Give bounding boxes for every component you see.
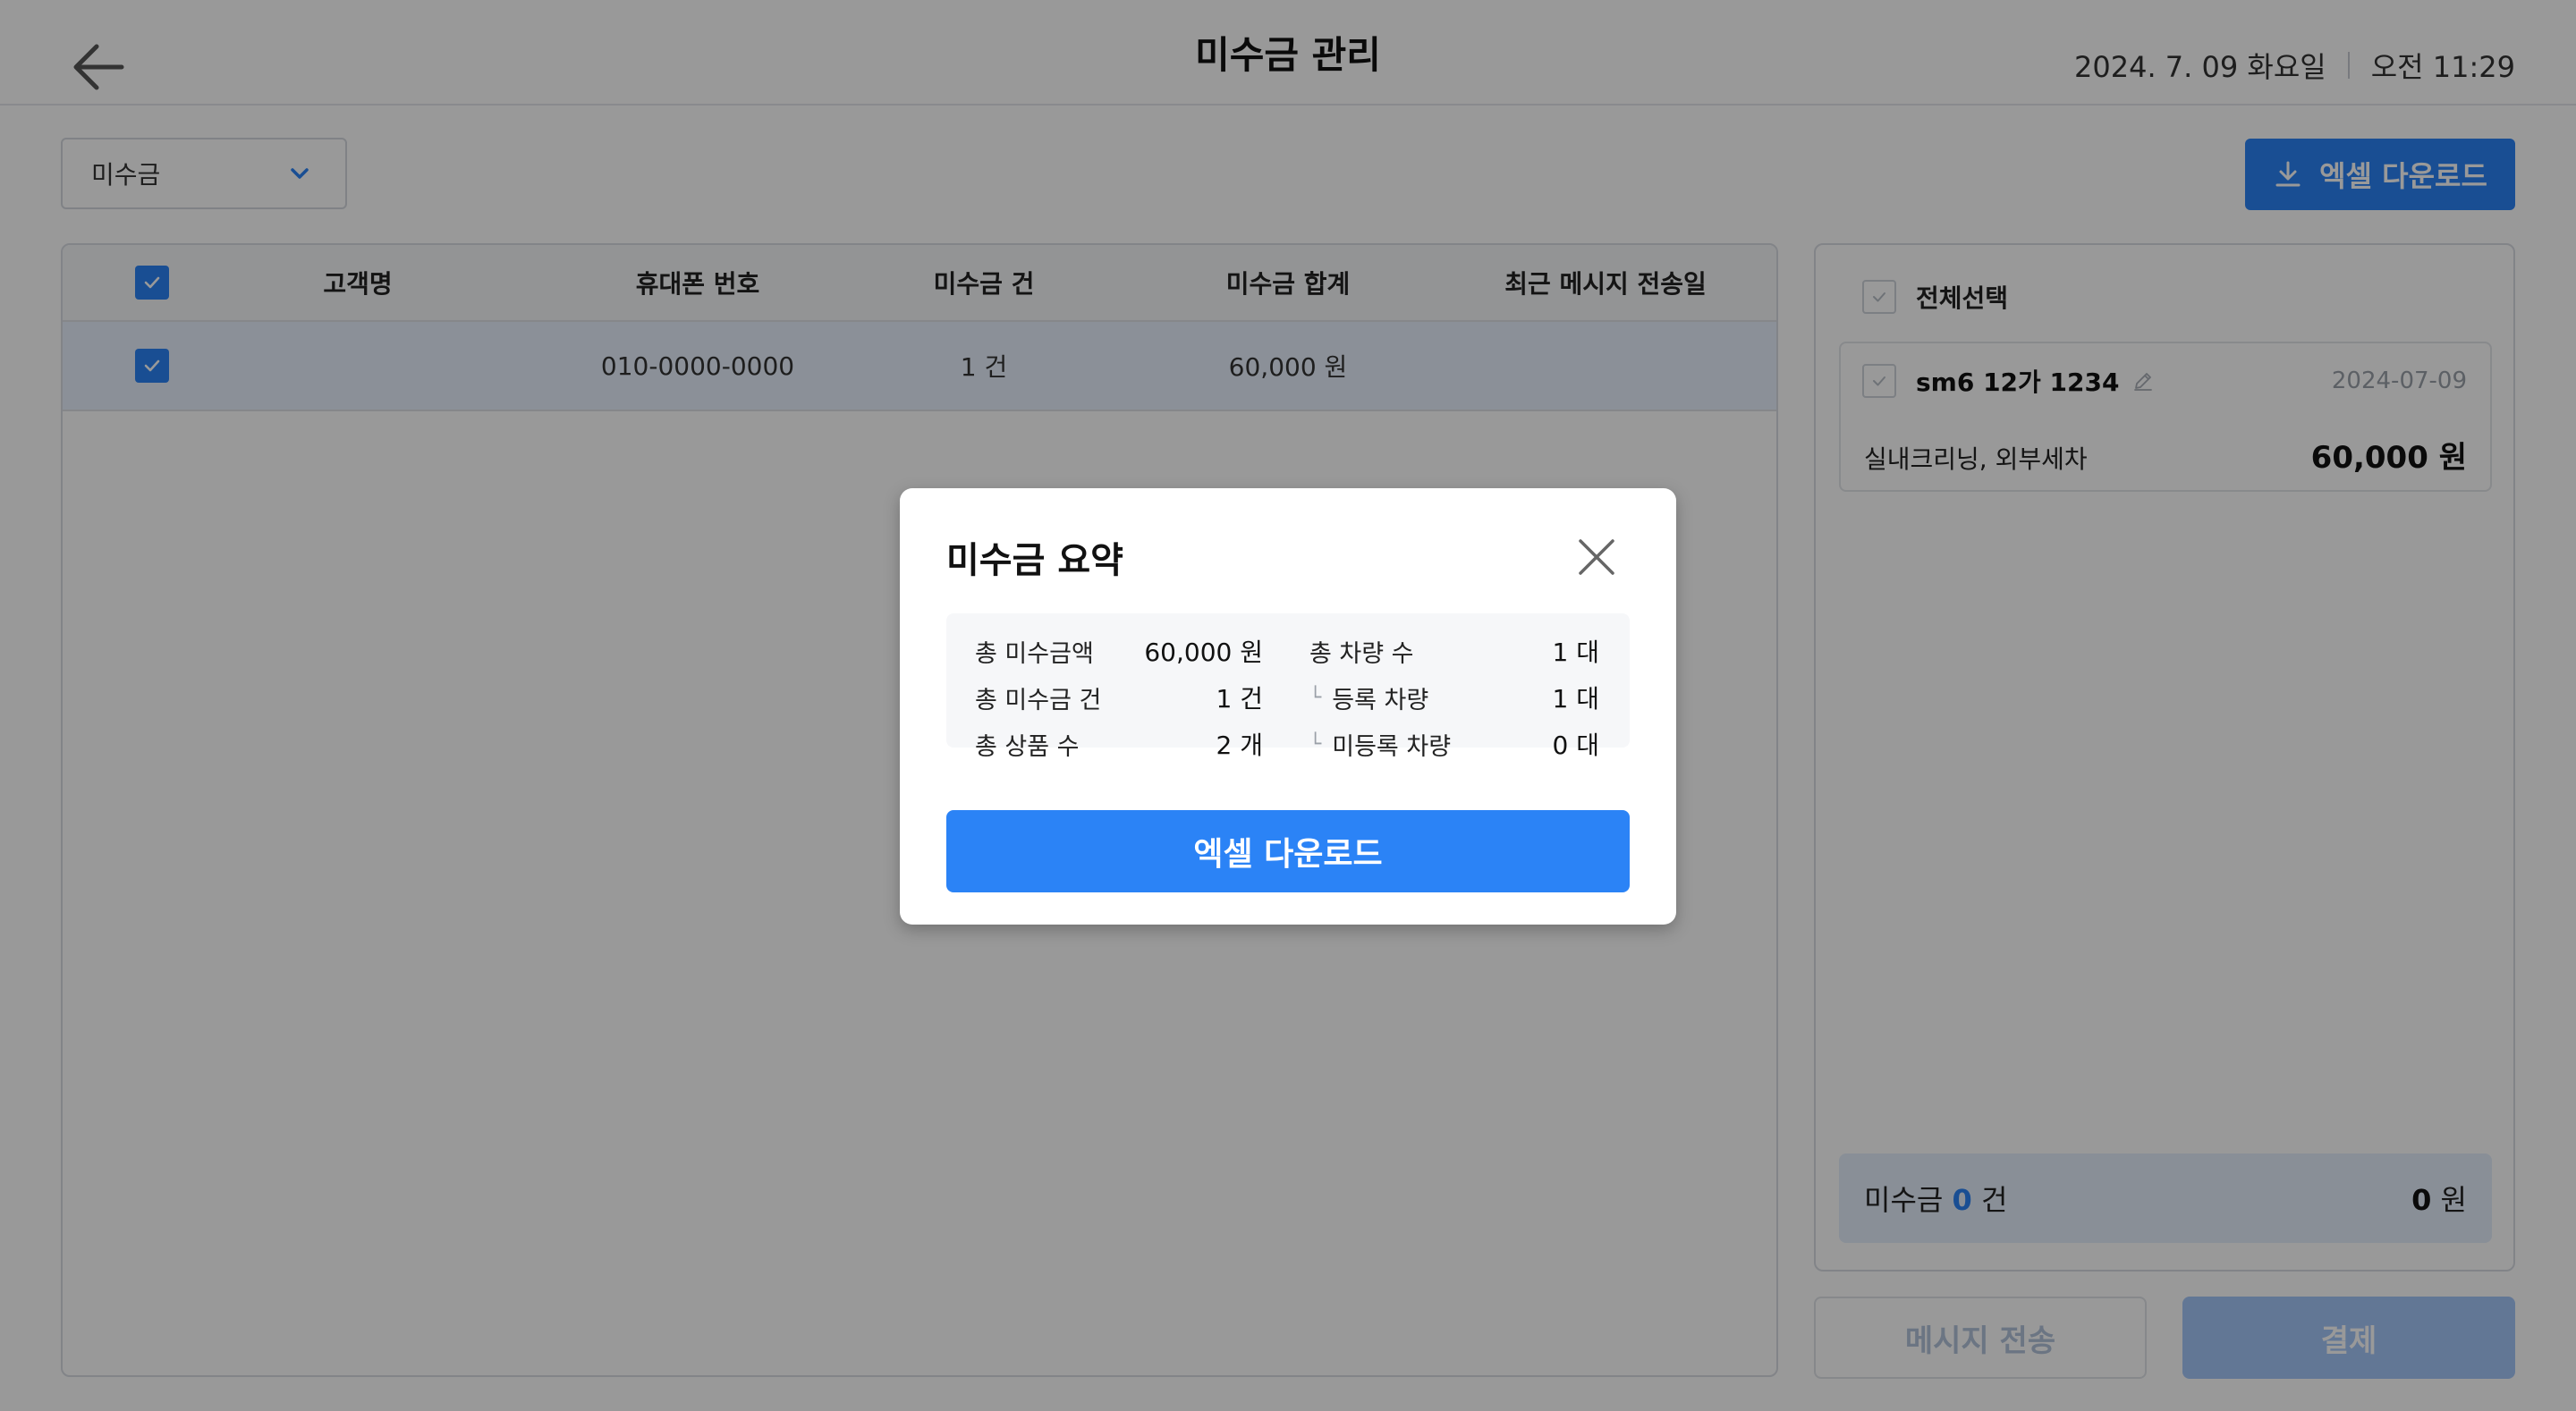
summary-stats: 총 미수금액 60,000 원 총 미수금 건 1 건 총 상품 수 2 개 총… xyxy=(946,613,1630,761)
stat-label: 총 미수금액 xyxy=(975,639,1094,668)
stat-label: 총 미수금 건 xyxy=(975,686,1102,714)
stat-total-count: 총 미수금 건 1 건 xyxy=(975,678,1263,717)
stat-value: 0 대 xyxy=(1552,731,1599,760)
stat-label: 미등록 차량 xyxy=(1332,732,1452,761)
stat-value: 1 대 xyxy=(1552,638,1599,667)
receivable-summary-modal: 미수금 요약 총 미수금액 60,000 원 총 미수금 건 1 건 총 상품 … xyxy=(900,488,1676,925)
close-button[interactable] xyxy=(1576,537,1617,578)
modal-title: 미수금 요약 xyxy=(946,540,1123,581)
stat-total-vehicles: 총 차량 수 1 대 xyxy=(1309,631,1599,671)
stat-unregistered-vehicles: └ 미등록 차량 0 대 xyxy=(1309,724,1599,764)
sub-item-marker: └ xyxy=(1309,686,1322,709)
stat-value: 60,000 원 xyxy=(1144,638,1263,667)
close-icon xyxy=(1579,539,1614,575)
stat-label: 등록 차량 xyxy=(1332,686,1429,714)
stat-total-products: 총 상품 수 2 개 xyxy=(975,724,1263,764)
stat-label: 총 상품 수 xyxy=(975,732,1080,761)
modal-excel-download-button[interactable]: 엑셀 다운로드 xyxy=(946,810,1630,892)
stat-registered-vehicles: └ 등록 차량 1 대 xyxy=(1309,678,1599,717)
stat-value: 1 건 xyxy=(1216,684,1263,714)
stat-value: 2 개 xyxy=(1216,731,1263,760)
stat-value: 1 대 xyxy=(1552,684,1599,714)
sub-item-marker: └ xyxy=(1309,732,1322,756)
stat-total-amount: 총 미수금액 60,000 원 xyxy=(975,631,1263,671)
stat-label: 총 차량 수 xyxy=(1309,639,1414,668)
